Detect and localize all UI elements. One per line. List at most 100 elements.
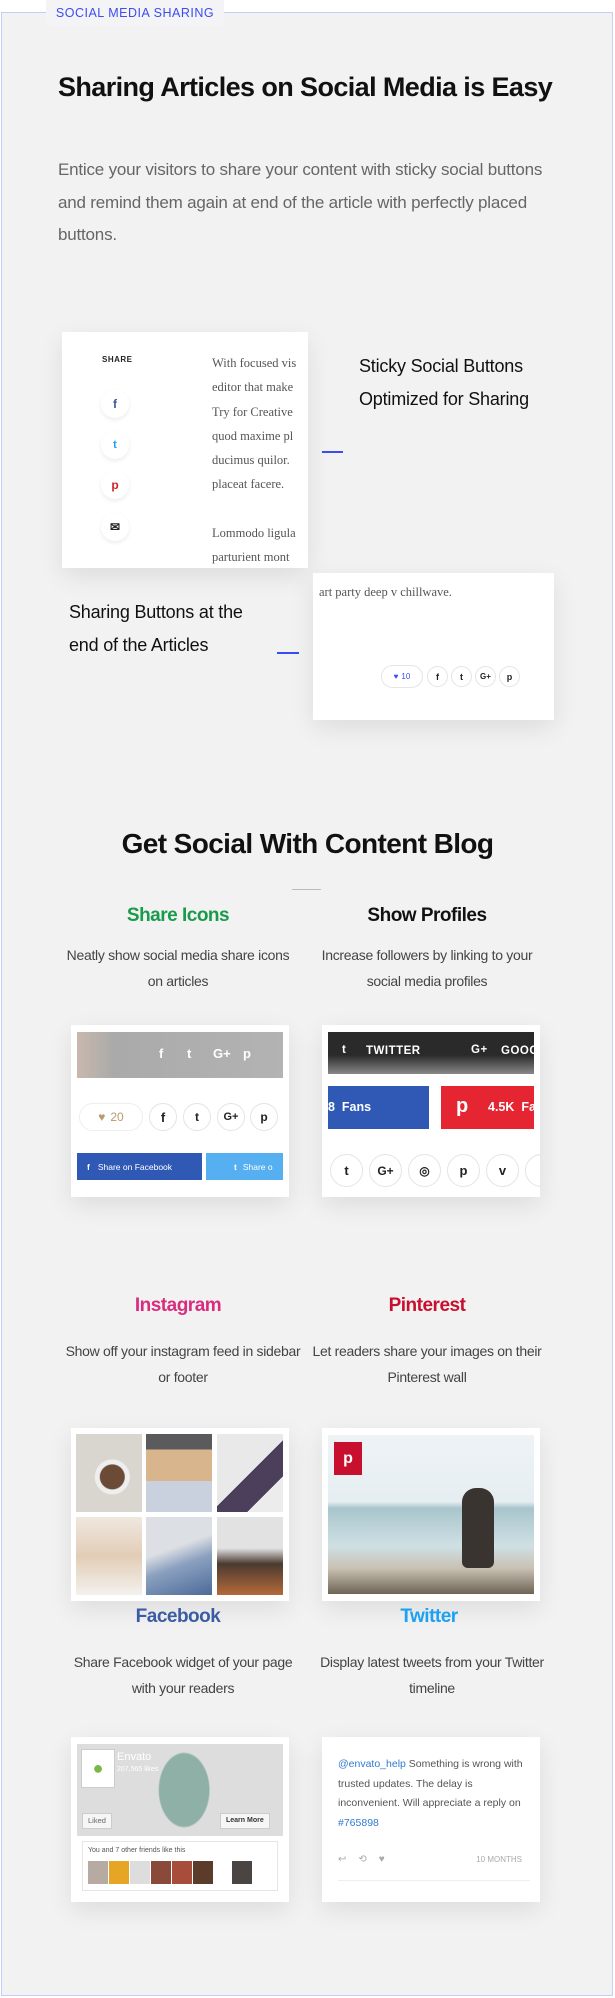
pinterest-image-preview: p bbox=[322, 1428, 540, 1601]
more-profile-icon[interactable] bbox=[525, 1154, 540, 1187]
friend-avatar[interactable] bbox=[151, 1861, 171, 1884]
instagram-photo[interactable] bbox=[146, 1517, 212, 1595]
heart-icon: ♥ bbox=[98, 1110, 106, 1124]
share-on-twitter-button[interactable]: t Share o bbox=[206, 1153, 283, 1180]
pinterest-title: Pinterest bbox=[388, 1295, 466, 1316]
twitter-profile-link[interactable]: TWITTER bbox=[366, 1045, 421, 1057]
pinterest-desc: Let readers share your images on their P… bbox=[312, 1343, 542, 1385]
liked-button[interactable]: Liked bbox=[82, 1813, 112, 1829]
pinterest-icon[interactable]: p bbox=[101, 471, 129, 499]
facebook-icon[interactable]: f bbox=[159, 1046, 163, 1061]
pinterest-icon[interactable]: p bbox=[243, 1046, 251, 1061]
reply-icon[interactable]: ↩ bbox=[338, 1854, 346, 1865]
twitter-profile-icon[interactable]: t bbox=[330, 1154, 363, 1187]
friend-avatar[interactable] bbox=[130, 1861, 150, 1884]
twitter-icon: t bbox=[342, 1044, 347, 1056]
twitter-share-button[interactable]: t bbox=[451, 666, 472, 687]
retweet-icon[interactable]: ⟲ bbox=[358, 1854, 366, 1865]
google-plus-profile-icon[interactable]: G+ bbox=[369, 1154, 402, 1187]
like-button[interactable]: ♥ 10 bbox=[381, 665, 423, 688]
like-button[interactable]: ♥ 20 bbox=[79, 1103, 143, 1131]
connector-line bbox=[277, 652, 299, 654]
google-plus-icon[interactable]: G+ bbox=[213, 1046, 231, 1061]
sticky-feature-title: Sticky Social Buttons Optimized for Shar… bbox=[359, 350, 529, 416]
article-line: With focused vis bbox=[212, 356, 297, 370]
instagram-photo[interactable] bbox=[76, 1517, 142, 1595]
tweet-text: @envato_help Something is wrong with tru… bbox=[338, 1755, 530, 1833]
google-plus-icon: G+ bbox=[471, 1044, 488, 1056]
google-plus-share-button[interactable]: G+ bbox=[475, 666, 496, 687]
google-profile-link[interactable]: GOOG bbox=[501, 1045, 534, 1057]
instagram-photo[interactable] bbox=[217, 1517, 283, 1595]
pin-it-button[interactable]: p bbox=[334, 1442, 362, 1475]
sticky-share-preview: SHARE f t p ✉ With focused vis editor th… bbox=[62, 332, 308, 568]
article-line: ducimus quilor. bbox=[212, 453, 290, 468]
facebook-widget-preview: ● Envato 207,565 likes Liked Learn More … bbox=[71, 1737, 289, 1902]
article-spacer bbox=[212, 497, 302, 521]
article-text: art party deep v chillwave. bbox=[319, 585, 452, 599]
learn-more-button[interactable]: Learn More bbox=[220, 1813, 270, 1829]
feature-line: Sharing Buttons at the bbox=[69, 602, 243, 622]
tweet-divider bbox=[338, 1880, 530, 1881]
friend-avatar[interactable] bbox=[109, 1861, 129, 1884]
pinterest-icon: p bbox=[456, 1095, 469, 1117]
pinterest-share-button[interactable]: p bbox=[499, 666, 520, 687]
friend-avatar[interactable] bbox=[172, 1861, 192, 1884]
image-share-bar: f t G+ p bbox=[77, 1032, 283, 1078]
share-on-facebook-button[interactable]: f Share on Facebook bbox=[77, 1153, 202, 1180]
like-count: 20 bbox=[110, 1110, 124, 1124]
profile-bar-dark: t TWITTER G+ GOOG bbox=[328, 1032, 534, 1074]
envato-logo: ● bbox=[81, 1749, 115, 1788]
share-icons-preview: f t G+ p ♥ 20 f t G+ p f Share on Facebook… bbox=[71, 1025, 289, 1197]
article-line: parturient mont bbox=[212, 550, 290, 565]
tweet-time: 10 MONTHS bbox=[476, 1855, 522, 1864]
twitter-icon[interactable]: t bbox=[187, 1046, 191, 1061]
article-line: Try for Creative bbox=[212, 404, 293, 419]
tweet-handle[interactable]: @envato_help bbox=[338, 1758, 406, 1770]
facebook-icon[interactable]: f bbox=[101, 390, 129, 418]
instagram-profile-icon[interactable]: ◎ bbox=[408, 1154, 441, 1187]
instagram-photo[interactable] bbox=[76, 1434, 142, 1512]
facebook-desc: Share Facebook widget of your page with … bbox=[73, 1654, 293, 1696]
end-share-preview: art party deep v chillwave. ♥ 10 f t G+ p bbox=[313, 573, 554, 720]
photo-figure bbox=[462, 1488, 494, 1568]
connector-line bbox=[322, 451, 343, 453]
social-section-title: Get Social With Content Blog bbox=[121, 828, 494, 859]
feature-line: Optimized for Sharing bbox=[359, 389, 529, 409]
page-likes: 207,565 likes bbox=[117, 1766, 159, 1773]
vimeo-profile-icon[interactable]: v bbox=[486, 1154, 519, 1187]
tweet-hashtag[interactable]: #765898 bbox=[338, 1817, 379, 1829]
page-title: Sharing Articles on Social Media is Easy bbox=[58, 72, 553, 102]
facebook-share-button[interactable]: f bbox=[427, 666, 448, 687]
article-line: placeat facere. bbox=[212, 477, 285, 492]
facebook-icon: f bbox=[87, 1161, 90, 1172]
show-profiles-title: Show Profiles bbox=[367, 905, 487, 926]
instagram-photo[interactable] bbox=[217, 1434, 283, 1512]
facebook-fans-button[interactable]: 8 Fans bbox=[328, 1086, 429, 1129]
facebook-share-button[interactable]: f bbox=[149, 1103, 177, 1131]
button-label: Share on Facebook bbox=[97, 1161, 173, 1172]
pinterest-profile-icon[interactable]: p bbox=[447, 1154, 480, 1187]
feature-line: end of the Articles bbox=[69, 635, 209, 655]
email-icon[interactable]: ✉ bbox=[101, 513, 129, 541]
article-excerpt: With focused vis editor that make Try fo… bbox=[212, 351, 302, 568]
show-profiles-desc: Increase followers by linking to your so… bbox=[321, 947, 533, 989]
friend-avatar[interactable] bbox=[88, 1861, 108, 1884]
feature-line: Sticky Social Buttons bbox=[359, 356, 523, 376]
friend-avatar[interactable] bbox=[193, 1861, 213, 1884]
page-name[interactable]: Envato bbox=[117, 1751, 151, 1763]
pinterest-fans-button[interactable]: 4.5K Fa bbox=[441, 1086, 534, 1129]
friends-box: You and 7 other friends like this bbox=[82, 1841, 278, 1891]
friend-avatar[interactable] bbox=[232, 1861, 252, 1884]
like-count: 10 bbox=[401, 672, 411, 681]
share-icons-title: Share Icons bbox=[126, 905, 230, 926]
like-icon[interactable]: ♥ bbox=[379, 1854, 385, 1865]
lead-paragraph: Entice your visitors to share your conte… bbox=[58, 160, 543, 244]
instagram-photo[interactable] bbox=[146, 1434, 212, 1512]
twitter-share-button[interactable]: t bbox=[183, 1103, 211, 1131]
google-plus-share-button[interactable]: G+ bbox=[217, 1103, 245, 1131]
share-icons-desc: Neatly show social media share icons on … bbox=[66, 947, 290, 989]
instagram-title: Instagram bbox=[134, 1295, 222, 1316]
pinterest-share-button[interactable]: p bbox=[250, 1103, 278, 1131]
twitter-icon[interactable]: t bbox=[101, 431, 129, 459]
